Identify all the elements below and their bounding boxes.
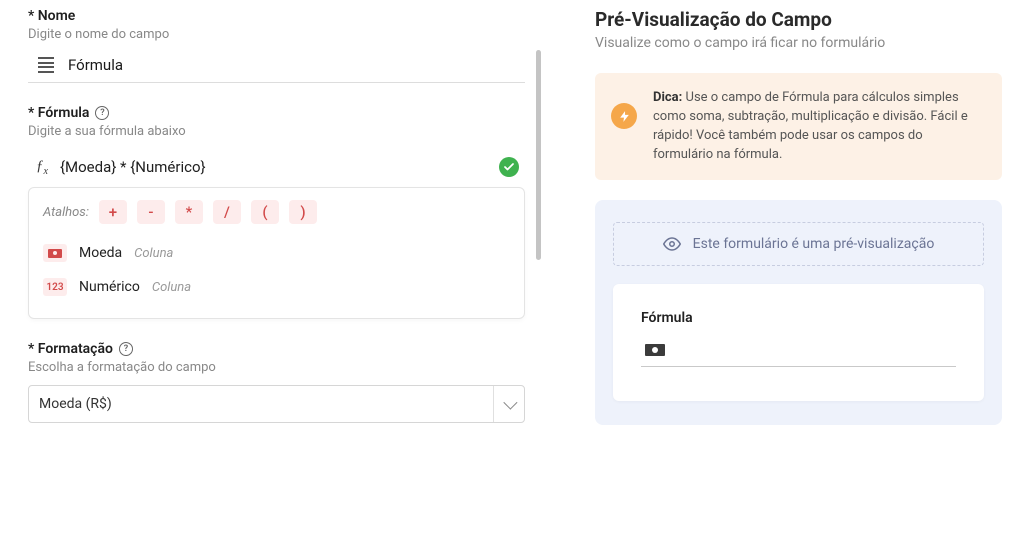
- config-pane: * Nome Digite o nome do campo Fórmula * …: [0, 0, 545, 533]
- valid-check-icon: [499, 157, 519, 177]
- op-plus[interactable]: +: [99, 200, 127, 224]
- preview-title: Pré-Visualização do Campo: [595, 8, 1002, 31]
- name-hint: Digite o nome do campo: [28, 27, 525, 42]
- formula-section: * Fórmula ? Digite a sua fórmula abaixo …: [28, 105, 525, 319]
- preview-container: Este formulário é uma pré-visualização F…: [595, 200, 1002, 425]
- help-icon[interactable]: ?: [119, 342, 133, 356]
- formula-label-text: * Fórmula: [28, 105, 89, 121]
- scrollbar[interactable]: [536, 0, 541, 533]
- format-section: * Formatação ? Escolha a formatação do c…: [28, 341, 525, 423]
- preview-pane: Pré-Visualização do Campo Visualize como…: [545, 0, 1024, 533]
- formula-hint: Digite a sua fórmula abaixo: [28, 124, 525, 139]
- op-multiply[interactable]: *: [175, 200, 203, 224]
- name-section: * Nome Digite o nome do campo Fórmula: [28, 8, 525, 83]
- tip-box: Dica: Use o campo de Fórmula para cálcul…: [595, 73, 1002, 180]
- eye-icon: [663, 235, 681, 253]
- shortcuts-row: Atalhos: + - * / ( ): [43, 200, 510, 224]
- tip-body: Use o campo de Fórmula para cálculos sim…: [653, 90, 968, 162]
- tip-text: Dica: Use o campo de Fórmula para cálcul…: [653, 89, 982, 164]
- format-label-text: * Formatação: [28, 341, 113, 357]
- help-icon[interactable]: ?: [95, 106, 109, 120]
- preview-subtitle: Visualize como o campo irá ficar no form…: [595, 35, 1002, 51]
- column-name: Numérico: [79, 279, 140, 295]
- formula-input[interactable]: ƒx {Moeda} * {Numérico}: [28, 139, 525, 187]
- shortcuts-label: Atalhos:: [43, 205, 89, 220]
- formula-label: * Fórmula ?: [28, 105, 525, 121]
- op-minus[interactable]: -: [137, 200, 165, 224]
- column-item-moeda[interactable]: Moeda Coluna: [43, 236, 510, 270]
- tip-bold: Dica:: [653, 90, 682, 105]
- suggestion-panel: Atalhos: + - * / ( ) Moeda Coluna 123 Nu…: [28, 187, 525, 319]
- column-type: Coluna: [152, 280, 191, 295]
- format-selected: Moeda (R$): [39, 396, 112, 412]
- column-name: Moeda: [79, 245, 122, 261]
- drag-handle-icon[interactable]: [38, 57, 54, 73]
- money-icon: [645, 344, 665, 356]
- scrollbar-thumb[interactable]: [536, 50, 541, 260]
- preview-banner-text: Este formulário é uma pré-visualização: [693, 236, 935, 252]
- preview-field-label: Fórmula: [641, 310, 956, 326]
- fx-icon: ƒx: [36, 158, 48, 177]
- preview-card: Fórmula: [613, 284, 984, 401]
- name-input[interactable]: Fórmula: [28, 42, 525, 83]
- number-icon: 123: [43, 278, 67, 296]
- format-hint: Escolha a formatação do campo: [28, 360, 525, 375]
- chevron-down-icon: [503, 396, 517, 410]
- column-item-numerico[interactable]: 123 Numérico Coluna: [43, 270, 510, 304]
- column-type: Coluna: [134, 246, 173, 261]
- preview-banner: Este formulário é uma pré-visualização: [613, 222, 984, 266]
- money-icon: [43, 244, 67, 262]
- format-select[interactable]: Moeda (R$): [28, 385, 525, 423]
- preview-field-value: [641, 344, 956, 367]
- formula-value: {Moeda} * {Numérico}: [60, 158, 206, 176]
- op-paren-close[interactable]: ): [289, 200, 317, 224]
- name-label-text: * Nome: [28, 8, 75, 24]
- op-paren-open[interactable]: (: [251, 200, 279, 224]
- name-value: Fórmula: [68, 56, 123, 74]
- lightning-icon: [611, 103, 637, 129]
- op-divide[interactable]: /: [213, 200, 241, 224]
- format-label: * Formatação ?: [28, 341, 525, 357]
- name-label: * Nome: [28, 8, 525, 24]
